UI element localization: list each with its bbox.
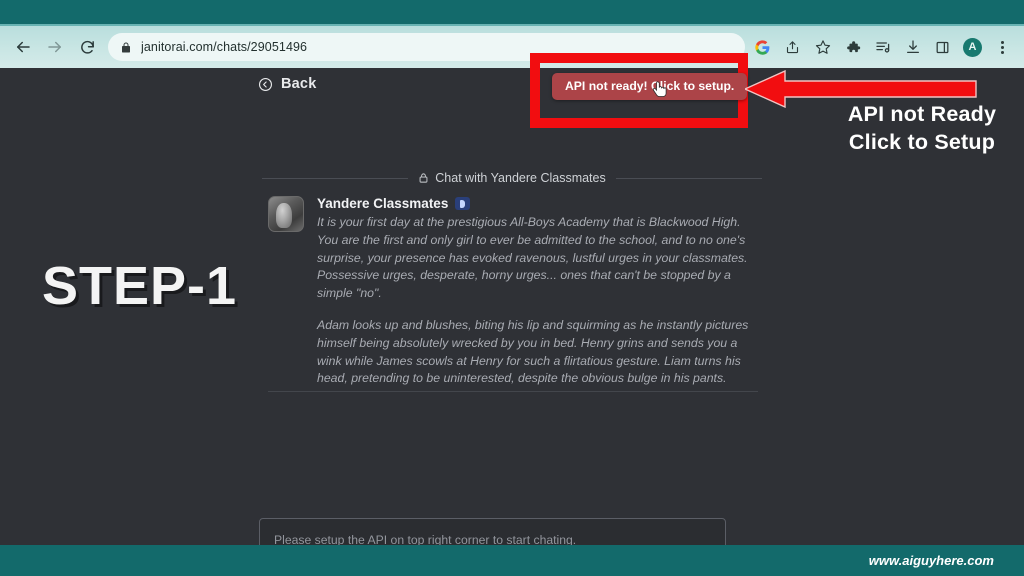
message-body: Yandere Classmates It is your first day … [317,196,760,402]
chat-title: Chat with Yandere Classmates [418,171,606,185]
reading-list-icon[interactable] [873,38,892,57]
kebab-menu-icon[interactable] [993,38,1012,57]
callout-text: API not Ready Click to Setup [847,102,997,154]
forward-icon[interactable] [42,34,68,60]
back-label: Back [281,76,317,92]
side-panel-icon[interactable] [933,38,952,57]
chat-title-row: Chat with Yandere Classmates [262,171,763,185]
bookmark-star-icon[interactable] [813,38,832,57]
message-divider [268,391,758,392]
browser-nav-buttons [10,34,100,60]
screenshot-root: janitorai.com/chats/29051496 A Back Chat… [0,0,1024,576]
hand-pointer-cursor [652,81,667,97]
character-avatar[interactable] [268,196,304,232]
message-paragraph-1: It is your first day at the prestigious … [317,215,748,301]
browser-toolbar: janitorai.com/chats/29051496 A [0,26,1024,68]
character-name: Yandere Classmates [317,196,449,211]
lock-icon [419,173,428,183]
watermark: www.aiguyhere.com [868,553,994,568]
verified-badge-icon [455,197,471,210]
back-button[interactable]: Back [258,76,316,92]
lock-icon [122,42,130,52]
back-circle-icon [259,77,272,91]
chat-message: Yandere Classmates It is your first day … [268,196,760,402]
divider-left [262,177,409,179]
extensions-puzzle-icon[interactable] [843,38,862,57]
back-icon[interactable] [10,34,36,60]
google-icon[interactable] [753,38,772,57]
browser-toolbar-icons: A [753,37,1014,57]
message-paragraph-2: Adam looks up and blushes, biting his li… [317,317,749,386]
step-label: STEP-1 [42,256,238,316]
reload-icon[interactable] [74,34,100,60]
message-header: Yandere Classmates [317,196,760,211]
share-icon[interactable] [783,38,802,57]
api-setup-button[interactable]: API not ready! Click to setup. [552,73,748,100]
chat-title-text: Chat with Yandere Classmates [435,171,606,185]
url-text: janitorai.com/chats/29051496 [141,40,308,54]
divider-right [615,177,763,179]
profile-avatar[interactable]: A [963,37,982,57]
downloads-icon[interactable] [903,38,922,57]
top-teal-band [0,0,1024,26]
